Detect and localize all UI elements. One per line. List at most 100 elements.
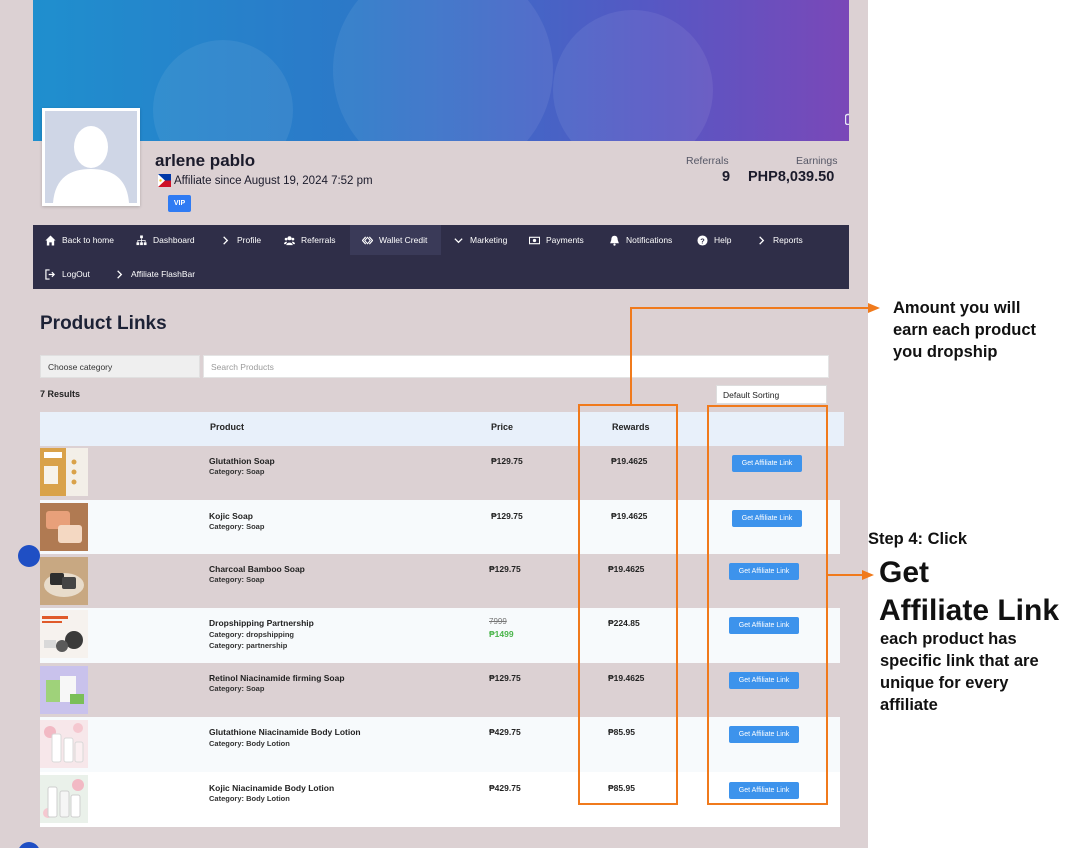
chevron-right-icon	[223, 235, 229, 245]
nav-notifications[interactable]: Notifications	[597, 225, 672, 255]
nav-label: Dashboard	[153, 235, 195, 245]
product-name: Retinol Niacinamide firming Soap	[209, 673, 345, 683]
affiliate-link-highlight-box	[707, 405, 828, 805]
wallet-icon	[362, 235, 373, 245]
step-title-line: Affiliate Link	[879, 594, 1060, 627]
product-thumbnail	[40, 775, 88, 823]
nav-label: Marketing	[470, 235, 508, 245]
nav-label: Affiliate FlashBar	[131, 269, 196, 279]
rewards-annotation: Amount you will earn each product you dr…	[893, 297, 1036, 363]
annotation-line-text: Amount you will	[893, 299, 1021, 317]
product-thumbnail	[40, 557, 88, 605]
product-price: ₱429.75	[489, 727, 521, 737]
nav-label: Reports	[773, 235, 803, 245]
category-select[interactable]: Choose category	[40, 355, 200, 378]
dashboard-icon	[136, 234, 147, 245]
referrals-value: 9	[722, 169, 731, 185]
section-title: Product Links	[40, 313, 167, 334]
product-category: Category: partnership	[209, 641, 288, 650]
product-category: Category: dropshipping	[209, 630, 294, 639]
chat-bubble-partial[interactable]	[18, 842, 40, 848]
main-nav: Back to home Dashboard Profile Referrals…	[33, 225, 849, 289]
product-thumbnail	[40, 666, 88, 714]
annotation-line-text: specific link that are	[880, 652, 1039, 670]
nav-marketing[interactable]: Marketing	[441, 225, 507, 255]
annotation-line	[630, 307, 632, 405]
chat-bubble-partial[interactable]	[18, 545, 40, 567]
nav-referrals[interactable]: Referrals	[272, 225, 335, 255]
earnings-value: PHP8,039.50	[748, 169, 835, 185]
nav-logout[interactable]: LogOut	[33, 259, 90, 289]
step-label: Step 4: Click	[868, 530, 968, 548]
annotation-line	[630, 307, 874, 309]
rewards-highlight-box	[578, 404, 678, 805]
nav-label: Profile	[237, 235, 262, 245]
sort-select[interactable]: Default Sorting	[716, 385, 827, 404]
product-category: Category: Soap	[209, 684, 265, 693]
product-name: Glutathion Soap	[209, 456, 275, 466]
avatar[interactable]	[42, 108, 140, 206]
money-icon	[529, 236, 540, 244]
earnings-label: Earnings	[796, 155, 838, 167]
product-name: Dropshipping Partnership	[209, 618, 314, 628]
nav-payments[interactable]: Payments	[517, 225, 584, 255]
product-price: ₱129.75	[491, 511, 523, 521]
product-name: Glutathione Niacinamide Body Lotion	[209, 727, 361, 737]
nav-wallet-credit[interactable]: Wallet Credit	[350, 225, 441, 255]
nav-label: Referrals	[301, 235, 336, 245]
chevron-right-icon	[117, 269, 123, 279]
annotation-line-text: affiliate	[880, 696, 938, 714]
annotation-line-text: you dropship	[893, 343, 998, 361]
product-sale-price: ₱1499	[489, 629, 514, 639]
product-price: ₱429.75	[489, 783, 521, 793]
product-name: Kojic Niacinamide Body Lotion	[209, 783, 335, 793]
user-name: arlene pablo	[155, 151, 256, 170]
chevron-right-icon	[759, 235, 765, 245]
product-name: Charcoal Bamboo Soap	[209, 564, 305, 574]
logout-icon	[45, 268, 56, 280]
svg-text:?: ?	[700, 236, 705, 245]
help-icon: ?	[697, 234, 708, 246]
step-description: each product has specific link that are …	[880, 628, 1039, 716]
results-count: 7 Results	[40, 389, 81, 399]
step-title-line: Get	[879, 556, 930, 589]
philippines-flag-icon	[158, 174, 171, 187]
annotation-line-text: earn each product	[893, 321, 1037, 339]
nav-reports[interactable]: Reports	[744, 225, 803, 255]
annotation-line-text: unique for every	[880, 674, 1009, 692]
affiliate-since-text: Affiliate since August 19, 2024 7:52 pm	[174, 174, 373, 187]
nav-label: Back to home	[62, 235, 114, 245]
product-thumbnail	[40, 720, 88, 768]
product-thumbnail	[40, 448, 88, 496]
chevron-down-icon	[454, 237, 463, 243]
step-title: Get Affiliate Link	[879, 554, 1059, 630]
nav-label: Payments	[546, 235, 584, 245]
product-original-price: 7999	[489, 617, 507, 626]
camera-icon[interactable]	[845, 112, 849, 125]
arrow-right-icon	[862, 570, 874, 580]
product-category: Category: Soap	[209, 467, 265, 476]
nav-help[interactable]: ? Help	[685, 225, 731, 255]
nav-dashboard[interactable]: Dashboard	[124, 225, 195, 255]
product-category: Category: Soap	[209, 522, 265, 531]
product-category: Category: Body Lotion	[209, 794, 290, 803]
page: arlene pablo Affiliate since August 19, …	[0, 0, 1080, 848]
product-category: Category: Body Lotion	[209, 739, 290, 748]
users-icon	[284, 235, 295, 245]
nav-profile[interactable]: Profile	[208, 225, 261, 255]
nav-back-to-home[interactable]: Back to home	[33, 225, 114, 255]
product-category: Category: Soap	[209, 575, 265, 584]
product-price: ₱129.75	[491, 456, 523, 466]
cover-banner	[33, 0, 849, 141]
home-icon	[45, 234, 56, 246]
referrals-label: Referrals	[686, 155, 729, 167]
product-thumbnail	[40, 610, 88, 658]
vip-badge: VIP	[168, 195, 191, 212]
search-input[interactable]	[203, 355, 829, 378]
product-name: Kojic Soap	[209, 511, 253, 521]
nav-affiliate-flashbar[interactable]: Affiliate FlashBar	[102, 259, 195, 289]
arrow-right-icon	[868, 303, 880, 313]
product-price: ₱129.75	[489, 564, 521, 574]
column-product: Product	[210, 422, 245, 432]
avatar-placeholder-icon	[45, 111, 137, 203]
